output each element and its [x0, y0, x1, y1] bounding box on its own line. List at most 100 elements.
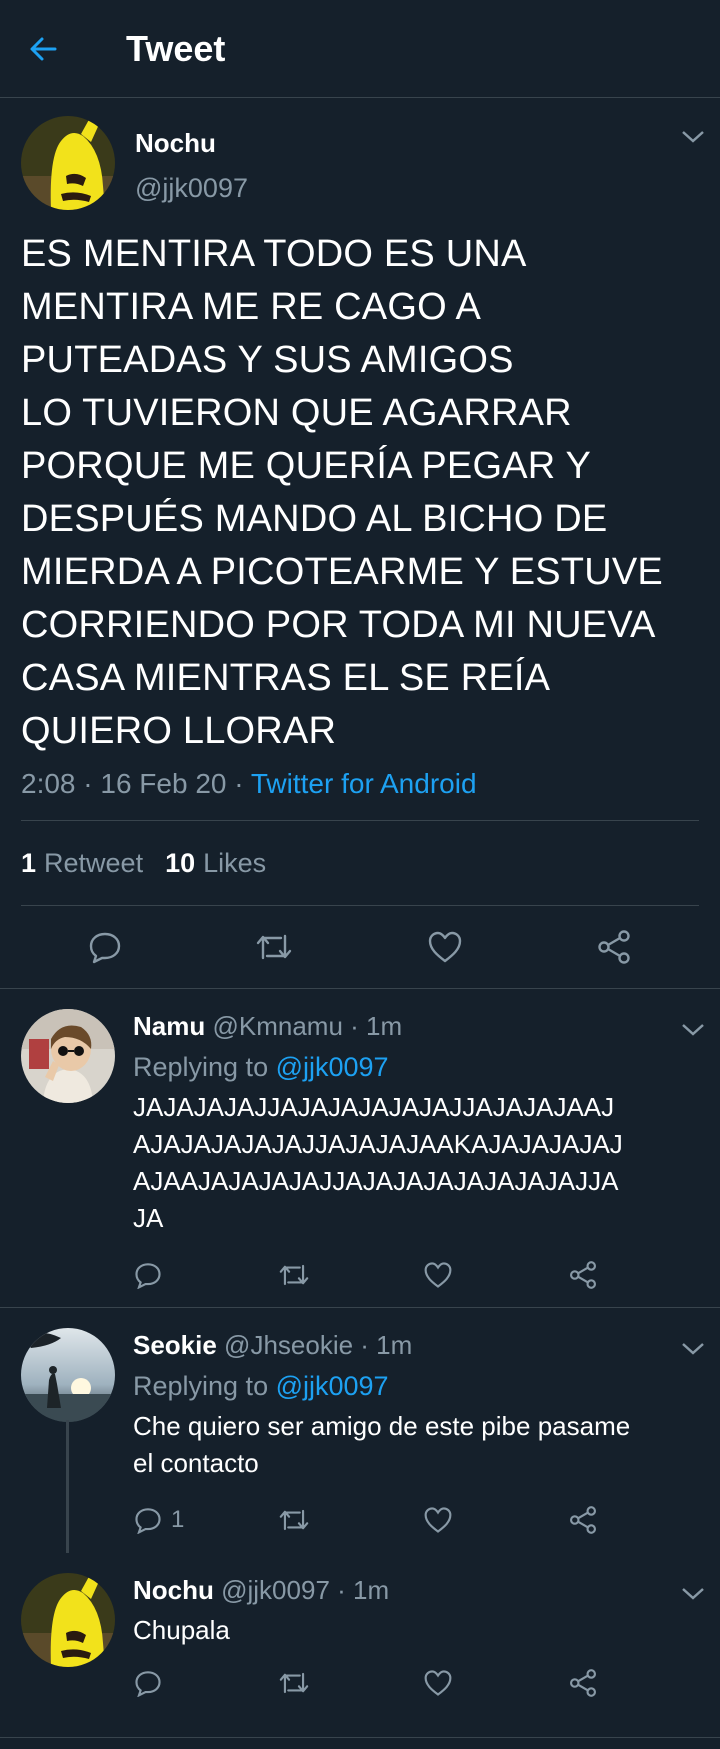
reply-actions	[133, 1255, 713, 1295]
chevron-down-icon[interactable]	[680, 1021, 706, 1039]
replying-to: Replying to @jjk0097	[133, 1052, 713, 1083]
handle-and-time: @Jhseokie · 1m	[216, 1330, 413, 1360]
handle-and-time: @Kmnamu · 1m	[205, 1011, 403, 1041]
retweet-action[interactable]	[278, 1506, 423, 1534]
chevron-down-icon[interactable]	[680, 128, 706, 146]
reply-text-line: JA	[133, 1203, 164, 1233]
like-action[interactable]	[423, 1506, 568, 1534]
display-name[interactable]: Nochu	[135, 128, 248, 159]
reply-text: Che quiero ser amigo de este pibe pasame…	[133, 1408, 713, 1482]
tweet-text-line: MIERDA A PICOTEARME Y ESTUVE	[21, 551, 663, 593]
retweets-stat[interactable]: 1 Retweet	[21, 848, 143, 879]
reply-text-line: JAJAJAJAJJAJAJAJAJAJAJJAJAJAJAAJ	[133, 1092, 615, 1122]
tweet-actions	[21, 906, 699, 988]
retweet-icon	[279, 1672, 309, 1694]
reply-icon	[135, 1263, 161, 1289]
tweet-text-line: ES MENTIRA TODO ES UNA	[21, 233, 527, 275]
tweet-author: Nochu @jjk0097	[21, 98, 704, 210]
share-icon	[569, 1506, 597, 1534]
retweet-icon	[279, 1509, 309, 1531]
retweet-action[interactable]	[278, 1261, 423, 1289]
tweet-text-line: QUIERO LLORAR	[21, 710, 337, 752]
reply-icon[interactable]	[88, 930, 122, 964]
page-title: Tweet	[126, 27, 226, 69]
back-arrow-icon	[30, 37, 57, 60]
tweet-stats: 1 Retweet 10 Likes	[21, 821, 699, 905]
reply-tweet[interactable]: Nochu @jjk0097 · 1m Chupala	[0, 1553, 720, 1737]
retweets-label: Retweet	[44, 847, 144, 878]
reply-header: Nochu @jjk0097 · 1m	[133, 1575, 713, 1606]
replying-to-label: Replying to	[133, 1052, 276, 1082]
reply-action[interactable]: 1	[133, 1506, 278, 1534]
reply-text: Chupala	[133, 1612, 713, 1649]
top-bar: Tweet	[0, 0, 720, 98]
likes-stat[interactable]: 10 Likes	[165, 848, 266, 879]
reply-header: Seokie @Jhseokie · 1m	[133, 1330, 713, 1361]
reply-text-line: Chupala	[133, 1615, 230, 1645]
share-icon[interactable]	[596, 930, 632, 964]
reply-action[interactable]	[133, 1261, 278, 1289]
likes-label: Likes	[203, 847, 267, 878]
retweet-icon[interactable]	[255, 930, 293, 964]
reply-header: Namu @Kmnamu · 1m	[133, 1011, 713, 1042]
divider	[0, 1737, 720, 1738]
back-button[interactable]	[28, 34, 84, 64]
retweet-icon	[279, 1264, 309, 1286]
reply-actions: 1	[133, 1500, 713, 1540]
reply-text-line: el contacto	[133, 1448, 259, 1478]
tweet-text-line: DESPUÉS MANDO AL BICHO DE	[21, 498, 608, 540]
avatar[interactable]	[21, 1573, 115, 1667]
tweet-text-line: MENTIRA ME RE CAGO A	[21, 286, 482, 328]
reply-text-line: AJAAJAJAJAJAJJAJAJAJAJAJAJAJAJJA	[133, 1166, 619, 1196]
tweet-text-line: PUTEADAS Y SUS AMIGOS	[21, 339, 514, 381]
share-icon	[569, 1261, 597, 1289]
display-name[interactable]: Namu	[133, 1011, 205, 1041]
tweet-text-line: CORRIENDO POR TODA MI NUEVA	[21, 604, 656, 646]
replying-to-handle[interactable]: @jjk0097	[276, 1052, 389, 1082]
reply-text-line: Che quiero ser amigo de este pibe pasame	[133, 1411, 631, 1441]
tweet-source-link[interactable]: Twitter for Android	[251, 768, 477, 799]
tweet-text-line: LO TUVIERON QUE AGARRAR	[21, 392, 572, 434]
thread-connector	[66, 1420, 69, 1553]
tweet-text-line: CASA MIENTRAS EL SE REÍA	[21, 657, 551, 699]
avatar[interactable]	[21, 1009, 115, 1103]
reply-text: JAJAJAJAJJAJAJAJAJAJAJJAJAJAJAAJ AJAJAJA…	[133, 1089, 713, 1237]
likes-count: 10	[165, 847, 196, 878]
like-icon	[424, 1507, 452, 1533]
display-name[interactable]: Nochu	[133, 1575, 214, 1605]
like-action[interactable]	[423, 1261, 568, 1289]
replying-to: Replying to @jjk0097	[133, 1371, 713, 1402]
replying-to-handle[interactable]: @jjk0097	[276, 1371, 389, 1401]
chevron-down-icon[interactable]	[680, 1585, 706, 1603]
replying-to-label: Replying to	[133, 1371, 276, 1401]
like-icon	[424, 1262, 452, 1288]
tweet-metadata: 2:08 · 16 Feb 20 · Twitter for Android	[21, 768, 699, 820]
tweet-timestamp: 2:08 · 16 Feb 20 ·	[21, 768, 251, 799]
like-icon[interactable]	[427, 930, 463, 964]
share-icon	[569, 1669, 597, 1697]
share-action[interactable]	[568, 1506, 713, 1534]
reply-icon	[135, 1508, 161, 1534]
share-action[interactable]	[568, 1669, 713, 1697]
like-action[interactable]	[423, 1669, 568, 1697]
reply-action[interactable]	[133, 1669, 278, 1697]
reply-icon	[135, 1671, 161, 1697]
retweet-action[interactable]	[278, 1669, 423, 1697]
reply-actions	[133, 1663, 713, 1703]
avatar[interactable]	[21, 116, 115, 210]
handle-and-time: @jjk0097 · 1m	[213, 1575, 390, 1605]
retweets-count: 1	[21, 847, 37, 878]
display-name[interactable]: Seokie	[133, 1330, 217, 1360]
reply-tweet[interactable]: Namu @Kmnamu · 1m Replying to @jjk0097 J…	[0, 989, 720, 1307]
avatar[interactable]	[21, 1328, 115, 1422]
tweet-text: ES MENTIRA TODO ES UNA MENTIRA ME RE CAG…	[21, 228, 699, 758]
reply-tweet[interactable]: Seokie @Jhseokie · 1m Replying to @jjk00…	[0, 1308, 720, 1553]
user-handle[interactable]: @jjk0097	[135, 173, 248, 204]
main-tweet: Nochu @jjk0097 ES MENTIRA TODO ES UNA ME…	[0, 98, 720, 988]
tweet-text-line: PORQUE ME QUERÍA PEGAR Y	[21, 445, 592, 487]
reply-count: 1	[171, 1506, 185, 1533]
like-icon	[424, 1670, 452, 1696]
reply-text-line: AJAJAJAJAJAJJAJAJAJAAKAJAJAJAJAJ	[133, 1129, 623, 1159]
chevron-down-icon[interactable]	[680, 1340, 706, 1358]
share-action[interactable]	[568, 1261, 713, 1289]
